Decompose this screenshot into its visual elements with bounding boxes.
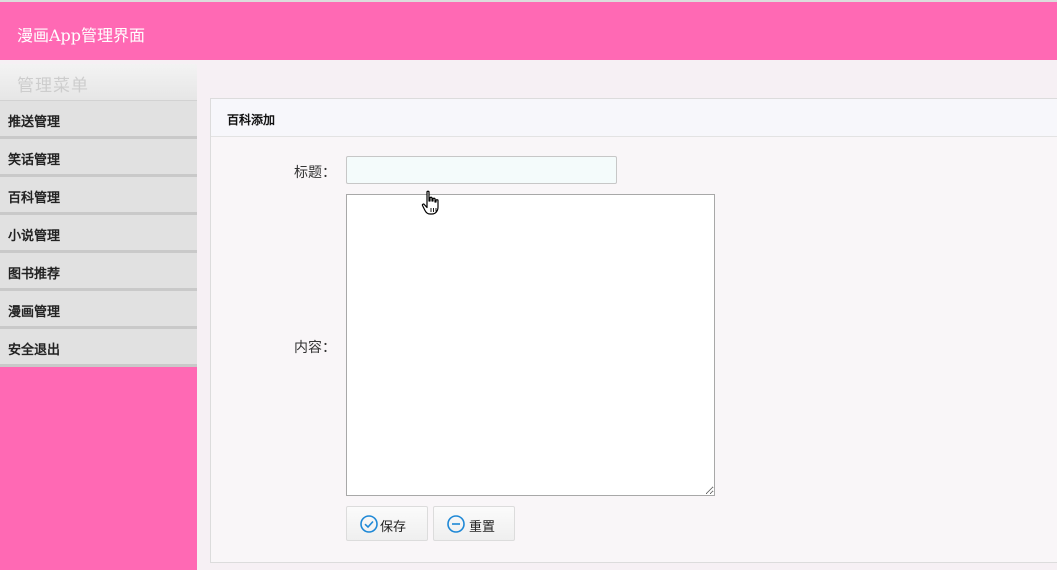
sidebar-item-label: 小说管理 bbox=[8, 229, 61, 244]
title-input[interactable] bbox=[346, 156, 617, 184]
reset-button[interactable]: 重置 bbox=[433, 506, 515, 541]
sidebar-item-jokes[interactable]: 笑话管理 bbox=[0, 139, 197, 177]
app-header: 漫画App管理界面 bbox=[0, 2, 1057, 60]
sidebar-item-label: 安全退出 bbox=[8, 343, 61, 358]
sidebar: 管理菜单 推送管理 笑话管理 百科管理 小说管理 图书推荐 漫画管理 安全退出 bbox=[0, 64, 197, 570]
app-title: 漫画App管理界面 bbox=[17, 26, 146, 45]
hand-pointer-icon bbox=[421, 190, 439, 215]
save-button[interactable]: 保存 bbox=[346, 506, 428, 541]
check-circle-icon bbox=[360, 515, 378, 533]
sidebar-item-label: 图书推荐 bbox=[8, 267, 61, 282]
title-label: 标题： bbox=[294, 165, 336, 181]
sidebar-item-label: 百科管理 bbox=[8, 191, 61, 206]
save-button-label: 保存 bbox=[380, 520, 407, 535]
content-textarea[interactable] bbox=[346, 194, 715, 496]
sidebar-item-logout[interactable]: 安全退出 bbox=[0, 329, 197, 367]
sidebar-heading-label: 管理菜单 bbox=[17, 76, 89, 96]
sidebar-heading: 管理菜单 bbox=[0, 64, 197, 101]
form-panel: 百科添加 标题： 内容： 保存 重置 bbox=[210, 98, 1057, 563]
reset-button-label: 重置 bbox=[469, 520, 496, 535]
sidebar-item-novels[interactable]: 小说管理 bbox=[0, 215, 197, 253]
panel-title: 百科添加 bbox=[227, 113, 276, 127]
sidebar-item-push[interactable]: 推送管理 bbox=[0, 101, 197, 139]
minus-circle-icon bbox=[447, 515, 465, 533]
sidebar-item-book-recommend[interactable]: 图书推荐 bbox=[0, 253, 197, 291]
sidebar-item-label: 推送管理 bbox=[8, 115, 61, 130]
content-label: 内容： bbox=[294, 340, 336, 356]
sidebar-item-label: 漫画管理 bbox=[8, 305, 61, 320]
sidebar-item-label: 笑话管理 bbox=[8, 153, 61, 168]
sidebar-item-comics[interactable]: 漫画管理 bbox=[0, 291, 197, 329]
panel-header: 百科添加 bbox=[211, 99, 1057, 137]
sidebar-divider bbox=[197, 64, 201, 570]
sidebar-menu: 推送管理 笑话管理 百科管理 小说管理 图书推荐 漫画管理 安全退出 bbox=[0, 101, 197, 367]
sidebar-item-encyclopedia[interactable]: 百科管理 bbox=[0, 177, 197, 215]
